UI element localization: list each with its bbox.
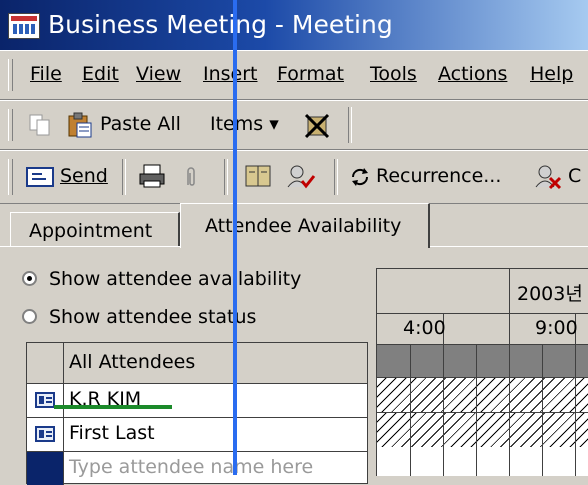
- schedule-time-header: 4:00 9:00: [377, 314, 588, 345]
- new-attendee-row[interactable]: Type attendee name here: [27, 452, 367, 485]
- show-availability-label: Show attendee availability: [49, 268, 302, 290]
- menu-bar: File Edit View Insert Format Tools Actio…: [0, 50, 588, 100]
- schedule-date: 2003년: [517, 283, 583, 305]
- toolbar-separator: [122, 159, 126, 195]
- availability-radio[interactable]: [22, 271, 37, 286]
- attendee-card-icon: [35, 426, 55, 442]
- attendee-underline-marker: [54, 405, 172, 409]
- attendee-row[interactable]: First Last: [27, 418, 367, 452]
- menu-edit[interactable]: Edit: [82, 63, 119, 85]
- attendee-free-busy-row: [377, 413, 588, 448]
- all-attendees-busy-row: [377, 345, 588, 378]
- cancel-invitation-button[interactable]: C: [568, 165, 581, 187]
- menu-help[interactable]: Help: [530, 63, 573, 85]
- paste-all-button[interactable]: Paste All: [100, 113, 181, 135]
- time-label: 9:00: [535, 317, 578, 339]
- meeting-app-icon: [8, 13, 40, 39]
- time-label: 4:00: [403, 317, 446, 339]
- address-book-icon[interactable]: [244, 163, 274, 189]
- recurrence-icon[interactable]: [348, 165, 372, 189]
- toolbar-grip[interactable]: [8, 109, 13, 141]
- attendee-list: All Attendees K.R KIM First Last Type at…: [26, 342, 368, 485]
- attach-icon[interactable]: [184, 165, 198, 189]
- attendee-free-busy-row: [377, 378, 588, 413]
- show-status-label: Show attendee status: [49, 306, 257, 328]
- attendee-name[interactable]: First Last: [69, 422, 155, 444]
- attendee-list-header: All Attendees: [27, 343, 367, 384]
- toolbar-separator: [224, 159, 228, 195]
- window-title: Business Meeting - Meeting: [48, 10, 393, 39]
- print-icon[interactable]: [138, 163, 166, 189]
- clear-items-icon[interactable]: [302, 111, 332, 139]
- standard-toolbar: Send Recurrence... C: [0, 150, 588, 204]
- free-busy-grid: 2003년 4:00 9:00: [376, 268, 588, 476]
- all-attendees-header[interactable]: All Attendees: [69, 351, 195, 373]
- toolbar-grip[interactable]: [8, 159, 13, 195]
- menu-format[interactable]: Format: [277, 63, 344, 85]
- status-radio[interactable]: [22, 309, 37, 324]
- menu-file[interactable]: File: [30, 63, 62, 85]
- copy-icon[interactable]: [28, 113, 52, 137]
- menu-insert[interactable]: Insert: [203, 63, 258, 85]
- show-availability-option[interactable]: Show attendee availability: [22, 268, 301, 290]
- menubar-grip[interactable]: [8, 59, 13, 91]
- recurrence-button[interactable]: Recurrence...: [376, 165, 501, 187]
- cursor-marker-line: [233, 0, 237, 475]
- toolbar-separator: [334, 159, 338, 195]
- attendee-row[interactable]: K.R KIM: [27, 384, 367, 418]
- new-attendee-free-busy-row: [377, 447, 588, 476]
- send-icon[interactable]: [26, 167, 54, 187]
- toolbar-separator: [348, 107, 352, 143]
- tab-appointment[interactable]: Appointment: [10, 212, 180, 246]
- schedule-date-header: 2003년: [377, 269, 588, 314]
- edit-toolbar: Paste All Items ▾: [0, 100, 588, 150]
- show-status-option[interactable]: Show attendee status: [22, 306, 256, 328]
- new-attendee-marker: [27, 452, 64, 485]
- tab-attendee-availability[interactable]: Attendee Availability: [180, 203, 430, 248]
- check-names-icon[interactable]: [286, 163, 316, 191]
- send-button[interactable]: Send: [60, 165, 108, 187]
- menu-actions[interactable]: Actions: [438, 63, 507, 85]
- cancel-invitation-icon[interactable]: [534, 163, 564, 191]
- items-dropdown[interactable]: Items ▾: [210, 113, 279, 135]
- menu-view[interactable]: View: [136, 63, 181, 85]
- attendee-card-icon: [35, 392, 55, 408]
- paste-all-icon[interactable]: [66, 111, 94, 139]
- title-bar: Business Meeting - Meeting: [0, 0, 588, 50]
- menu-tools[interactable]: Tools: [370, 63, 417, 85]
